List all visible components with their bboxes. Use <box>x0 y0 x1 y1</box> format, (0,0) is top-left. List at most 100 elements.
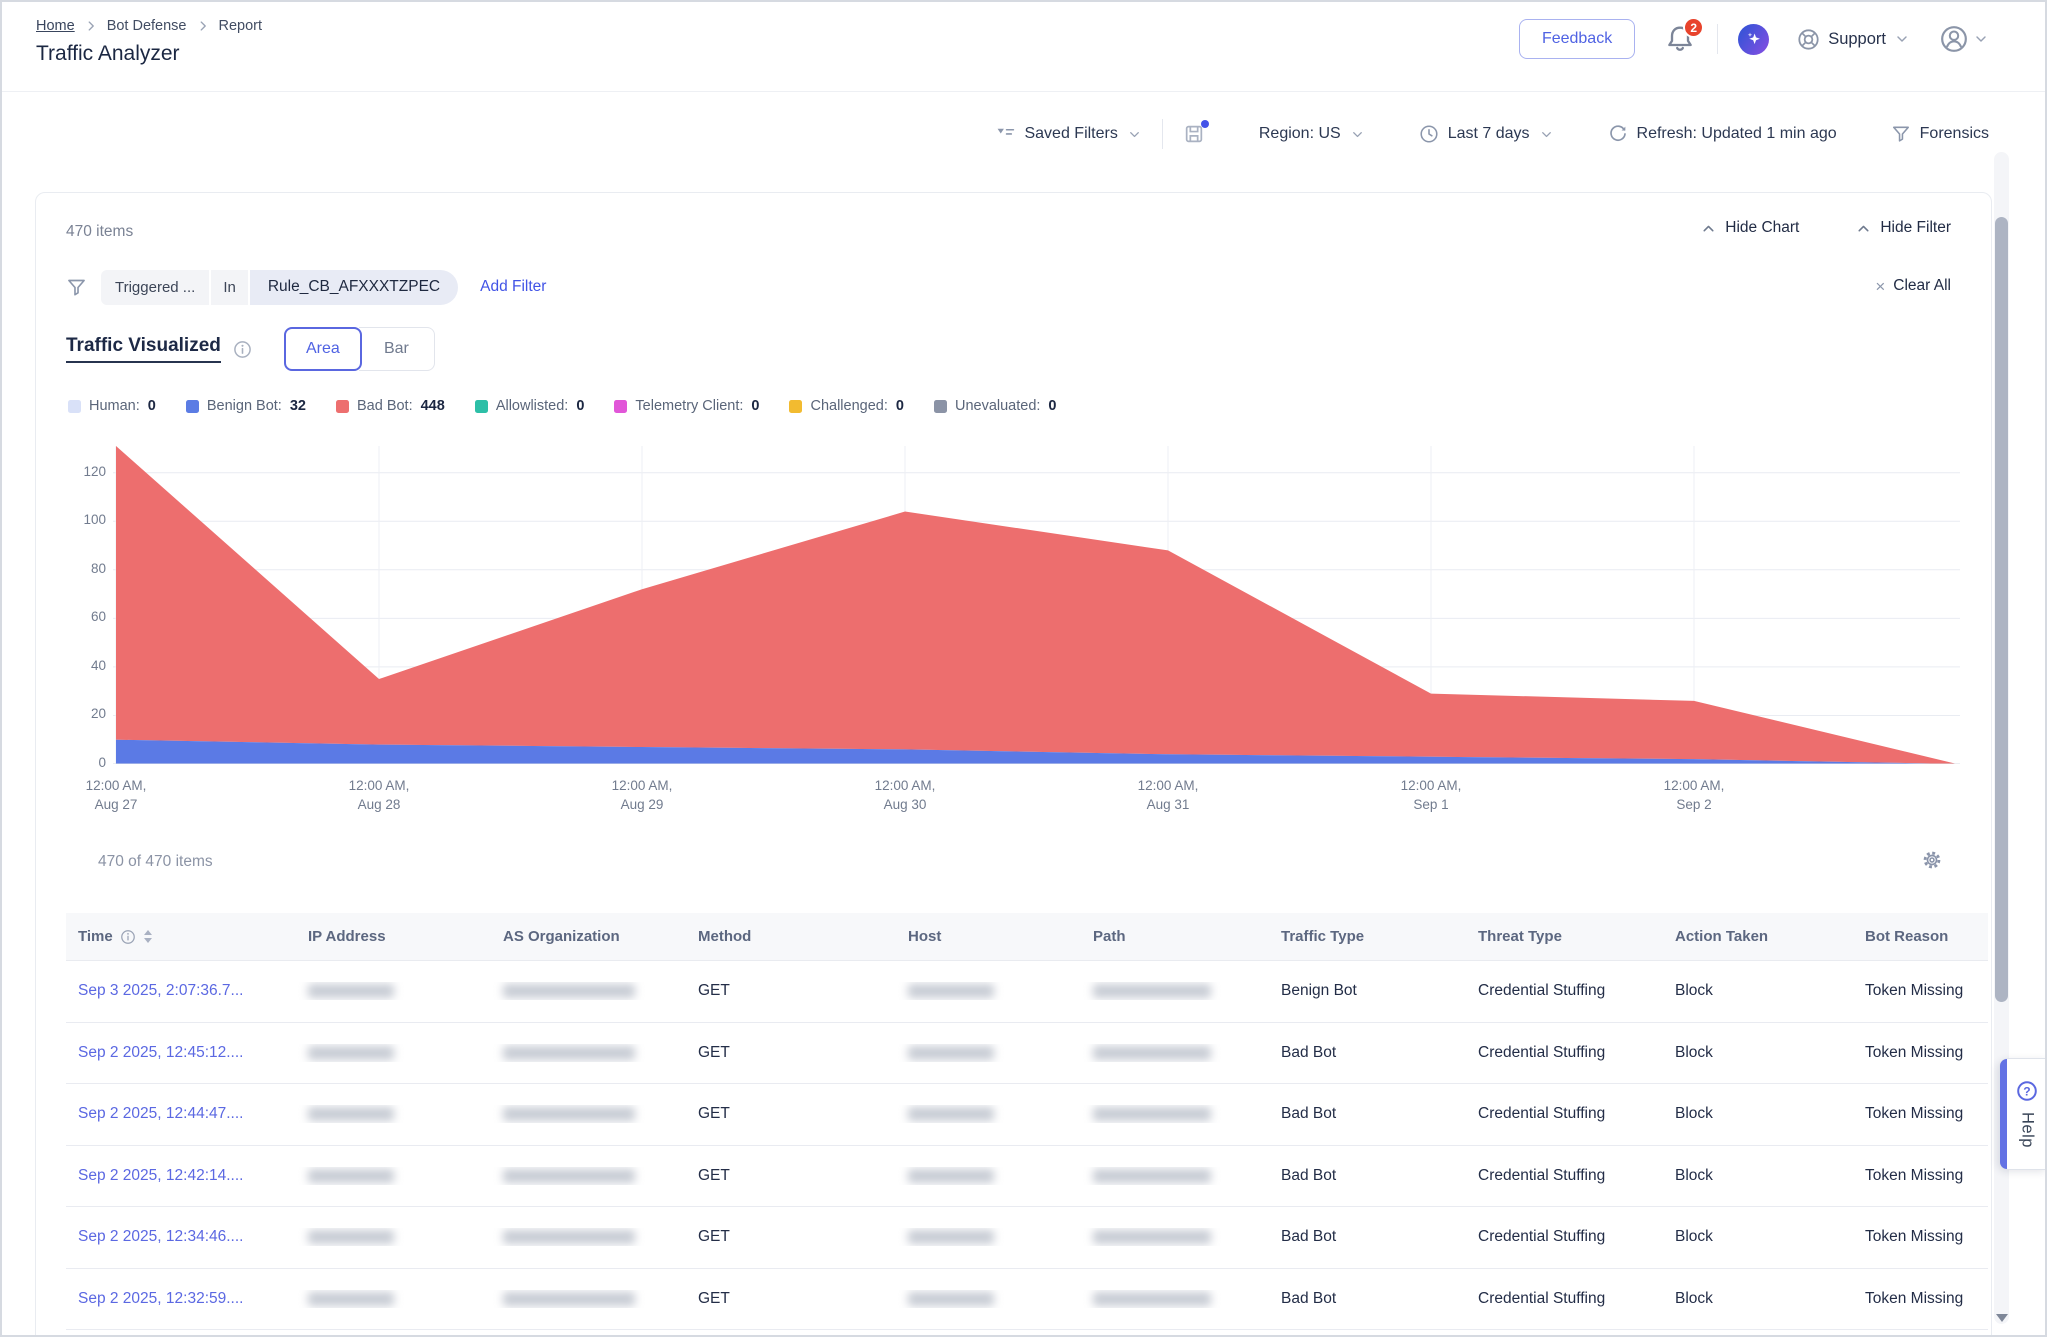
cell-time[interactable]: Sep 2 2025, 12:42:14.... <box>66 1167 296 1185</box>
scrollbar-thumb[interactable] <box>1995 217 2008 1002</box>
header-actions: Feedback 2 <box>1519 17 1989 61</box>
gear-icon <box>1921 849 1943 871</box>
support-menu[interactable]: Support <box>1797 28 1910 51</box>
feedback-button[interactable]: Feedback <box>1519 19 1635 59</box>
notifications-button[interactable]: 2 <box>1665 24 1695 54</box>
cell-bot_reason: Token Missing <box>1853 982 1988 1000</box>
cell-action_taken: Block <box>1663 1167 1853 1185</box>
add-filter-button[interactable]: Add Filter <box>480 278 546 296</box>
table-settings-button[interactable] <box>1921 849 1943 871</box>
table-row[interactable]: Sep 2 2025, 12:44:47....GETBad BotCreden… <box>66 1084 1988 1146</box>
cell-path <box>1081 1290 1269 1308</box>
redacted-value <box>308 1046 394 1060</box>
sparkle-icon <box>1745 30 1763 48</box>
column-header-traffic_type[interactable]: Traffic Type <box>1269 928 1466 945</box>
redacted-value <box>308 1169 394 1183</box>
hide-filter-label: Hide Filter <box>1880 219 1951 237</box>
cell-time[interactable]: Sep 2 2025, 12:34:46.... <box>66 1228 296 1246</box>
filter-value-chip[interactable]: Rule_CB_AFXXXTZPEC <box>250 270 458 305</box>
x-axis-label: 12:00 AM,Aug 30 <box>845 776 965 814</box>
redacted-value <box>503 1046 635 1060</box>
breadcrumb-home[interactable]: Home <box>36 18 75 34</box>
redacted-value <box>308 1230 394 1244</box>
save-filter-button[interactable] <box>1183 123 1205 145</box>
saved-filters-dropdown[interactable]: Saved Filters <box>996 125 1141 144</box>
time-range-selector[interactable]: Last 7 days <box>1419 124 1554 144</box>
top-header: Home Bot Defense Report Traffic Analyzer… <box>2 2 2045 92</box>
column-header-action_taken[interactable]: Action Taken <box>1663 928 1853 945</box>
filter-field-chip[interactable]: Triggered ... <box>101 270 209 305</box>
area-view-button[interactable]: Area <box>284 327 362 371</box>
legend-swatch <box>68 400 81 413</box>
column-header-ip[interactable]: IP Address <box>296 928 491 945</box>
legend-item-telemetry-client[interactable]: Telemetry Client: 0 <box>614 398 759 414</box>
x-axis-label: 12:00 AM,Sep 2 <box>1634 776 1754 814</box>
x-axis-label: 12:00 AM,Aug 27 <box>56 776 176 814</box>
cell-method: GET <box>686 1044 896 1062</box>
legend-item-challenged[interactable]: Challenged: 0 <box>789 398 903 414</box>
forensics-button[interactable]: Forensics <box>1891 124 1989 144</box>
cell-action_taken: Block <box>1663 1228 1853 1246</box>
ai-assistant-button[interactable] <box>1738 24 1769 55</box>
cell-threat_type: Credential Stuffing <box>1466 1044 1663 1062</box>
user-menu[interactable] <box>1940 25 1989 53</box>
time-range-label: Last 7 days <box>1448 125 1530 143</box>
region-selector[interactable]: Region: US <box>1259 125 1365 143</box>
table-row[interactable]: Sep 2 2025, 12:42:14....GETBad BotCreden… <box>66 1146 1988 1208</box>
hide-filter-button[interactable]: Hide Filter <box>1855 219 1951 237</box>
cell-host <box>896 1105 1081 1123</box>
cell-time[interactable]: Sep 3 2025, 2:07:36.7... <box>66 982 296 1000</box>
legend-item-allowlisted[interactable]: Allowlisted: 0 <box>475 398 585 414</box>
redacted-value <box>908 1230 994 1244</box>
hide-chart-button[interactable]: Hide Chart <box>1700 219 1799 237</box>
items-count: 470 items <box>66 223 133 241</box>
help-tab[interactable]: ? Help <box>1999 1058 2047 1170</box>
legend-item-benign-bot[interactable]: Benign Bot: 32 <box>186 398 306 414</box>
cell-ip <box>296 1290 491 1308</box>
column-header-host[interactable]: Host <box>896 928 1081 945</box>
sort-icon[interactable] <box>144 930 152 943</box>
chevron-down-icon <box>1973 31 1989 47</box>
cell-host <box>896 1167 1081 1185</box>
cell-time[interactable]: Sep 2 2025, 12:32:59.... <box>66 1290 296 1308</box>
cell-as_org <box>491 982 686 1000</box>
chart-section-header: Traffic Visualized Area Bar <box>66 326 435 372</box>
cell-bot_reason: Token Missing <box>1853 1228 1988 1246</box>
cell-traffic_type: Bad Bot <box>1269 1228 1466 1246</box>
column-header-bot_reason[interactable]: Bot Reason <box>1853 928 1988 945</box>
bar-view-button[interactable]: Bar <box>359 327 435 371</box>
table-row[interactable]: Sep 2 2025, 12:34:46....GETBad BotCreden… <box>66 1207 1988 1269</box>
column-header-threat_type[interactable]: Threat Type <box>1466 928 1663 945</box>
panel-view-controls: Hide Chart Hide Filter <box>1700 219 1951 237</box>
column-header-method[interactable]: Method <box>686 928 896 945</box>
refresh-label: Refresh: Updated 1 min ago <box>1637 125 1837 143</box>
column-header-as_org[interactable]: AS Organization <box>491 928 686 945</box>
cell-as_org <box>491 1105 686 1123</box>
redacted-value <box>503 1169 635 1183</box>
clear-all-button[interactable]: × Clear All <box>1875 277 1951 295</box>
filter-operator-chip[interactable]: In <box>211 270 248 305</box>
table-row[interactable]: Sep 3 2025, 2:07:36.7...GETBenign BotCre… <box>66 961 1988 1023</box>
breadcrumb-bot-defense[interactable]: Bot Defense <box>107 18 187 34</box>
chart-plot-area <box>113 446 1960 769</box>
info-icon[interactable] <box>233 340 252 359</box>
cell-ip <box>296 1105 491 1123</box>
cell-time[interactable]: Sep 2 2025, 12:44:47.... <box>66 1105 296 1123</box>
chart-section-title[interactable]: Traffic Visualized <box>66 335 221 363</box>
lifebuoy-icon <box>1797 28 1820 51</box>
column-header-time[interactable]: Time <box>66 928 296 945</box>
scrollbar-down-arrow[interactable] <box>1996 1314 2008 1322</box>
notification-badge: 2 <box>1683 17 1704 38</box>
table-row[interactable]: Sep 2 2025, 12:45:12....GETBad BotCreden… <box>66 1023 1988 1085</box>
legend-item-human[interactable]: Human: 0 <box>68 398 156 414</box>
table-row[interactable]: Sep 2 2025, 12:32:59....GETBad BotCreden… <box>66 1269 1988 1331</box>
refresh-button[interactable]: Refresh: Updated 1 min ago <box>1608 124 1837 144</box>
legend-item-unevaluated[interactable]: Unevaluated: 0 <box>934 398 1057 414</box>
redacted-value <box>908 1107 994 1121</box>
cell-threat_type: Credential Stuffing <box>1466 1290 1663 1308</box>
cell-time[interactable]: Sep 2 2025, 12:45:12.... <box>66 1044 296 1062</box>
column-header-path[interactable]: Path <box>1081 928 1269 945</box>
redacted-value <box>1093 1107 1211 1121</box>
info-icon <box>120 929 136 945</box>
legend-item-bad-bot[interactable]: Bad Bot: 448 <box>336 398 445 414</box>
